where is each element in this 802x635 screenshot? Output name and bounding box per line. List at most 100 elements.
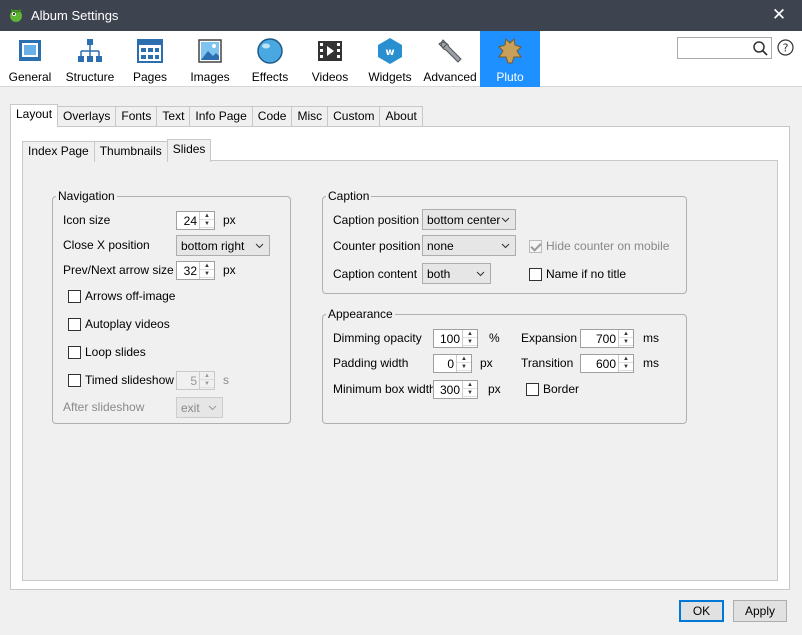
spin-down-icon[interactable]: ▼ xyxy=(619,338,633,346)
search-icon[interactable] xyxy=(752,40,768,56)
toolbar-images-label: Images xyxy=(190,70,230,84)
close-x-label: Close X position xyxy=(63,238,150,252)
loop-slides-checkbox[interactable]: Loop slides xyxy=(68,345,146,359)
tab-layout[interactable]: Layout xyxy=(10,104,59,127)
spin-up-icon[interactable]: ▲ xyxy=(463,330,477,338)
arrow-size-value: 32 xyxy=(183,264,197,278)
spin-up-icon[interactable]: ▲ xyxy=(457,355,471,363)
arrow-size-spinner[interactable]: 32 ▲ ▼ xyxy=(176,261,215,280)
spin-down-icon[interactable]: ▼ xyxy=(457,363,471,371)
autoplay-videos-label: Autoplay videos xyxy=(85,317,170,331)
tab-info-page[interactable]: Info Page xyxy=(189,106,253,127)
chevron-down-icon xyxy=(501,217,510,223)
counter-position-label: Counter position xyxy=(333,239,421,253)
toolbar-general-label: General xyxy=(8,70,52,84)
toolbar-structure[interactable]: Structure xyxy=(60,31,120,87)
min-box-width-spinner[interactable]: 300 ▲ ▼ xyxy=(433,380,478,399)
toolbar-advanced-label: Advanced xyxy=(423,70,477,84)
spin-up-icon[interactable]: ▲ xyxy=(200,212,214,220)
padding-width-spinner[interactable]: 0 ▲ ▼ xyxy=(433,354,472,373)
expansion-spinner[interactable]: 700 ▲ ▼ xyxy=(580,329,634,348)
timed-slideshow-checkbox[interactable]: Timed slideshow xyxy=(68,373,174,387)
close-x-select[interactable]: bottom right xyxy=(176,235,270,256)
spin-down-icon[interactable]: ▼ xyxy=(619,363,633,371)
toolbar-videos[interactable]: Videos xyxy=(300,31,360,87)
toolbar-videos-label: Videos xyxy=(311,70,349,84)
expansion-value: 700 xyxy=(595,332,616,346)
tab-code[interactable]: Code xyxy=(251,106,293,127)
caption-legend: Caption xyxy=(328,189,370,203)
icon-size-unit: px xyxy=(223,213,236,227)
app-logo-icon xyxy=(10,9,22,22)
name-if-no-title-label: Name if no title xyxy=(546,267,627,281)
spin-up-icon[interactable]: ▲ xyxy=(619,330,633,338)
autoplay-videos-checkbox[interactable]: Autoplay videos xyxy=(68,317,170,331)
toolbar-pages[interactable]: Pages xyxy=(120,31,180,87)
toolbar-general[interactable]: General xyxy=(0,31,60,87)
subtab-thumbnails[interactable]: Thumbnails xyxy=(93,141,168,162)
pages-icon xyxy=(137,39,163,63)
transition-spinner[interactable]: 600 ▲ ▼ xyxy=(580,354,634,373)
expansion-unit: ms xyxy=(643,331,659,345)
after-slideshow-value: exit xyxy=(181,401,200,415)
appearance-legend: Appearance xyxy=(328,307,393,321)
tab-overlays[interactable]: Overlays xyxy=(57,106,117,127)
tab-text[interactable]: Text xyxy=(156,106,191,127)
counter-position-select[interactable]: none xyxy=(422,235,516,256)
advanced-icon xyxy=(438,39,462,63)
tab-about[interactable]: About xyxy=(379,106,423,127)
effects-icon xyxy=(257,38,283,64)
toolbar-images[interactable]: Images xyxy=(180,31,240,87)
min-box-width-label: Minimum box width xyxy=(333,382,436,396)
tab-custom[interactable]: Custom xyxy=(327,106,381,127)
caption-content-select[interactable]: both xyxy=(422,263,491,284)
spin-down-icon[interactable]: ▼ xyxy=(200,270,214,278)
caption-content-value: both xyxy=(427,267,451,281)
spin-down-icon: ▼ xyxy=(200,380,214,388)
icon-size-label: Icon size xyxy=(63,213,111,227)
sub-tabs: Index Page Thumbnails Slides xyxy=(22,139,212,162)
spin-down-icon[interactable]: ▼ xyxy=(200,220,214,228)
toolbar-advanced[interactable]: Advanced xyxy=(420,31,480,87)
transition-value: 600 xyxy=(595,357,616,371)
spin-up-icon[interactable]: ▲ xyxy=(619,355,633,363)
icon-size-spinner[interactable]: 24 ▲ ▼ xyxy=(176,211,215,230)
apply-button[interactable]: Apply xyxy=(733,600,787,622)
tab-misc[interactable]: Misc xyxy=(291,106,329,127)
spin-down-icon[interactable]: ▼ xyxy=(463,389,477,397)
timed-slideshow-value: 5 xyxy=(190,374,197,388)
transition-label: Transition xyxy=(521,356,574,370)
border-checkbox[interactable]: Border xyxy=(526,382,579,396)
arrows-off-image-checkbox[interactable]: Arrows off-image xyxy=(68,289,175,303)
spin-down-icon[interactable]: ▼ xyxy=(463,338,477,346)
subtab-slides[interactable]: Slides xyxy=(166,139,212,162)
caption-position-select[interactable]: bottom center xyxy=(422,209,516,230)
ok-button[interactable]: OK xyxy=(679,600,724,622)
toolbar-structure-label: Structure xyxy=(65,70,115,84)
search-input[interactable] xyxy=(677,37,772,59)
padding-width-label: Padding width xyxy=(333,356,409,370)
close-window-button[interactable]: ✕ xyxy=(756,0,802,31)
name-if-no-title-checkbox[interactable]: Name if no title xyxy=(529,267,626,281)
toolbar-widgets[interactable]: w Widgets xyxy=(360,31,420,87)
help-icon[interactable]: ? xyxy=(777,39,794,56)
tab-fonts[interactable]: Fonts xyxy=(115,106,158,127)
spin-up-icon[interactable]: ▲ xyxy=(200,262,214,270)
subtab-index-page[interactable]: Index Page xyxy=(22,141,95,162)
spin-up-icon[interactable]: ▲ xyxy=(463,381,477,389)
svg-text:?: ? xyxy=(783,42,789,55)
timed-slideshow-label: Timed slideshow xyxy=(85,373,174,387)
chevron-down-icon xyxy=(208,405,217,411)
navigation-legend: Navigation xyxy=(58,189,115,203)
caption-content-label: Caption content xyxy=(333,267,418,281)
widgets-icon: w xyxy=(378,38,402,64)
toolbar-effects[interactable]: Effects xyxy=(240,31,300,87)
min-box-width-unit: px xyxy=(488,382,501,396)
hide-counter-mobile-checkbox: Hide counter on mobile xyxy=(529,239,669,253)
padding-width-value: 0 xyxy=(447,357,454,371)
pluto-icon xyxy=(498,37,522,64)
chevron-down-icon xyxy=(476,271,485,277)
dimming-opacity-unit: % xyxy=(489,331,500,345)
toolbar-pluto[interactable]: Pluto xyxy=(480,31,540,87)
dimming-opacity-spinner[interactable]: 100 ▲ ▼ xyxy=(433,329,478,348)
